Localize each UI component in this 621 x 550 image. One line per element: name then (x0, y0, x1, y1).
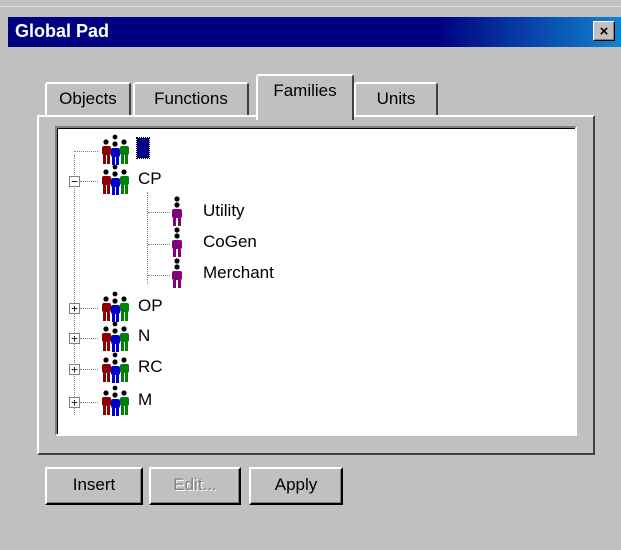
close-icon: × (599, 23, 609, 40)
family-group-icon (102, 134, 129, 165)
family-group-icon (102, 385, 129, 416)
close-button[interactable]: × (593, 21, 615, 41)
apply-button-label: Apply (274, 475, 318, 494)
tree-node-label: OP (138, 296, 163, 315)
tree-branch-line (148, 212, 170, 213)
family-group-icon (102, 321, 129, 352)
active-tab-join (258, 113, 350, 119)
minus-icon: − (71, 175, 78, 188)
tree-node-m[interactable]: M (98, 385, 198, 416)
tree-node-rc[interactable]: RC (98, 352, 198, 383)
expand-n-button[interactable]: + (69, 333, 80, 344)
edit-button-label: Edit... (173, 475, 217, 494)
window-top-edge (0, 0, 621, 7)
plus-icon: + (71, 396, 78, 409)
global-pad-window: Global Pad × Objects Functions Families … (0, 0, 621, 550)
expand-op-button[interactable]: + (69, 303, 80, 314)
tree-branch-line (80, 308, 98, 309)
tab-functions[interactable]: Functions (133, 82, 249, 116)
tree-branch-line (80, 402, 98, 403)
tab-objects-label: Objects (59, 89, 117, 108)
person-icon (172, 196, 182, 226)
tree-node-merchant[interactable]: Merchant (171, 258, 301, 288)
insert-button-label: Insert (72, 475, 116, 494)
title-bar[interactable]: Global Pad × (8, 17, 621, 47)
tree-node-n[interactable]: N (98, 321, 198, 352)
tab-functions-label: Functions (154, 89, 228, 108)
apply-button[interactable]: Apply (249, 467, 343, 505)
tree-node-label: Merchant (203, 263, 274, 282)
insert-button[interactable]: Insert (45, 467, 143, 505)
family-group-icon (102, 352, 129, 383)
tree-branch-line (74, 151, 98, 152)
tree-node-root[interactable] (98, 134, 158, 165)
selected-empty-label[interactable] (136, 137, 150, 159)
tree-branch-line (80, 369, 98, 370)
tree-branch-line (148, 275, 170, 276)
edit-button[interactable]: Edit... (149, 467, 241, 505)
cp-children-line (147, 192, 148, 284)
tree-node-utility[interactable]: Utility (171, 196, 291, 226)
person-icon (172, 258, 182, 288)
tree-node-label: Utility (203, 201, 245, 220)
tree-node-label: CP (138, 169, 162, 188)
tab-objects[interactable]: Objects (45, 82, 131, 116)
tree-trunk-line (74, 155, 75, 415)
family-group-icon (102, 291, 129, 322)
plus-icon: + (71, 363, 78, 376)
tree-node-op[interactable]: OP (98, 291, 198, 322)
person-icon (172, 227, 182, 257)
expand-m-button[interactable]: + (69, 397, 80, 408)
tree-node-cogen[interactable]: CoGen (171, 227, 291, 257)
plus-icon: + (71, 302, 78, 315)
collapse-cp-button[interactable]: − (69, 176, 80, 187)
expand-rc-button[interactable]: + (69, 364, 80, 375)
tree-node-label: RC (138, 357, 163, 376)
tree-branch-line (80, 338, 98, 339)
tree-node-label: CoGen (203, 232, 257, 251)
families-tree-view[interactable]: − CP Utility CoGen Merchant + OP + N + R… (55, 126, 577, 436)
family-group-icon (102, 164, 129, 195)
tab-units-label: Units (376, 89, 416, 108)
tree-node-label: N (138, 326, 151, 345)
tree-branch-line (80, 181, 98, 182)
tab-families-label: Families (273, 81, 337, 100)
tree-node-cp[interactable]: CP (98, 164, 198, 195)
tab-units[interactable]: Units (354, 82, 438, 116)
window-title: Global Pad (15, 21, 110, 41)
plus-icon: + (71, 332, 78, 345)
tree-node-label: M (138, 390, 153, 409)
tree-branch-line (148, 244, 170, 245)
